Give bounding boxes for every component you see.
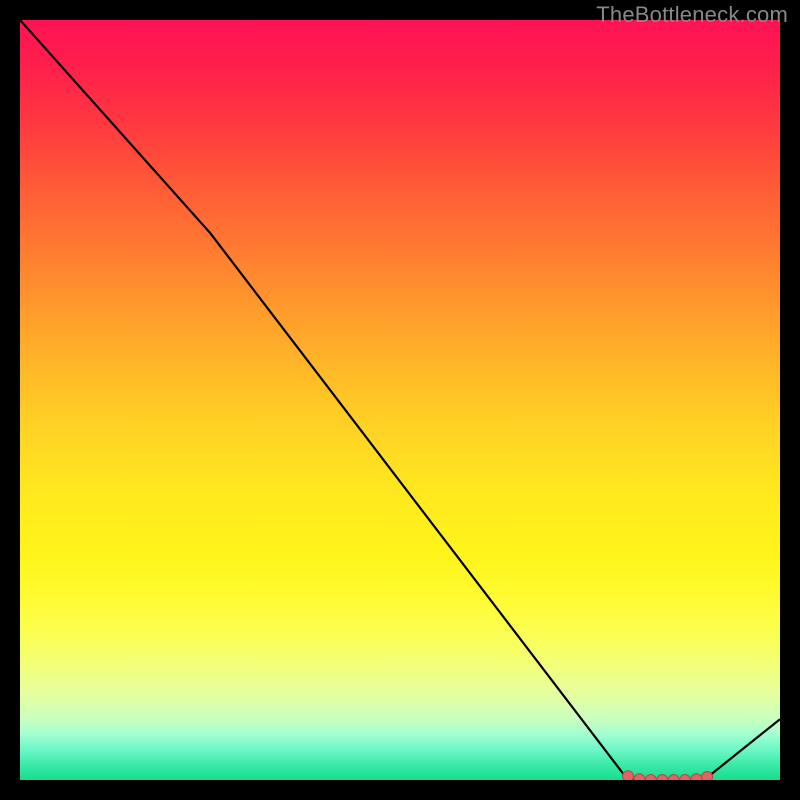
marker-point — [657, 775, 668, 781]
line-series — [20, 20, 780, 780]
marker-point — [702, 771, 713, 780]
marker-point — [680, 775, 691, 781]
chart-frame: TheBottleneck.com — [0, 0, 800, 800]
plot-area — [20, 20, 780, 780]
chart-line — [20, 20, 780, 780]
marker-point — [645, 775, 656, 781]
marker-point — [668, 775, 679, 781]
marker-point — [691, 774, 702, 780]
marker-series — [623, 771, 713, 780]
marker-point — [634, 774, 645, 780]
marker-point — [623, 771, 634, 780]
watermark-text: TheBottleneck.com — [596, 2, 788, 28]
chart-svg — [20, 20, 780, 780]
